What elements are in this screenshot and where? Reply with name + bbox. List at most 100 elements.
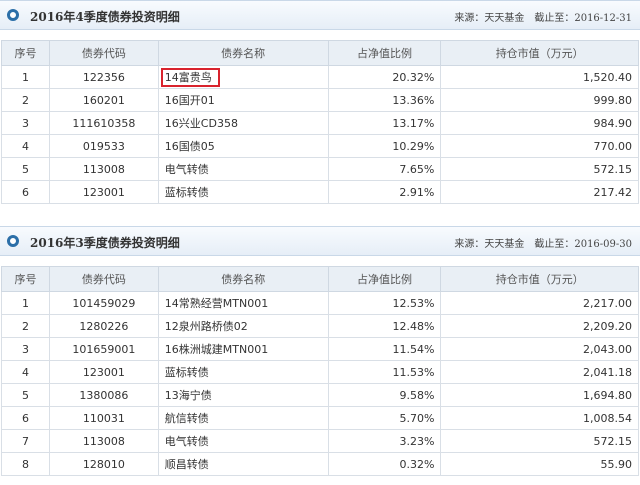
col-header-value: 持仓市值（万元） — [440, 40, 639, 66]
cell-ratio: 11.54% — [327, 337, 442, 361]
cell-value: 2,041.18 — [440, 360, 639, 384]
cell-no: 6 — [1, 406, 50, 430]
cell-code[interactable]: 123001 — [48, 180, 159, 204]
cell-ratio: 9.58% — [327, 383, 442, 407]
col-header-ratio: 占净值比例 — [327, 266, 442, 292]
cell-value: 55.90 — [440, 452, 639, 476]
cell-value: 572.15 — [440, 157, 639, 181]
cell-code[interactable]: 113008 — [48, 157, 159, 181]
bond-table: 序号 债券代码 债券名称 占净值比例 持仓市值（万元） 1 122356 14富… — [1, 40, 639, 204]
col-header-ratio: 占净值比例 — [327, 40, 442, 66]
cell-ratio: 0.32% — [327, 452, 442, 476]
cell-name[interactable]: 电气转债 — [157, 429, 329, 453]
cell-name[interactable]: 电气转债 — [157, 157, 329, 181]
col-header-no: 序号 — [1, 40, 50, 66]
table-row: 6 123001 蓝标转债 2.91% 217.42 — [1, 180, 639, 204]
cell-no: 1 — [1, 65, 50, 89]
col-header-value: 持仓市值（万元） — [440, 266, 639, 292]
table-header-row: 序号 债券代码 债券名称 占净值比例 持仓市值（万元） — [1, 266, 639, 292]
cell-ratio: 12.53% — [327, 291, 442, 315]
cell-name[interactable]: 顺昌转债 — [157, 452, 329, 476]
source-label: 来源：天天基金 — [454, 239, 525, 250]
cell-code[interactable]: 101659001 — [48, 337, 159, 361]
cell-ratio: 2.91% — [327, 180, 442, 204]
cell-no: 1 — [1, 291, 50, 315]
cell-code[interactable]: 111610358 — [48, 111, 159, 135]
cell-no: 7 — [1, 429, 50, 453]
col-header-name: 债券名称 — [157, 40, 329, 66]
table-row: 7 113008 电气转债 3.23% 572.15 — [1, 429, 639, 453]
cell-code[interactable]: 122356 — [48, 65, 159, 89]
cell-value: 999.80 — [440, 88, 639, 112]
source-info: 来源：天天基金 截止至：2016-09-30 — [454, 235, 632, 250]
cell-code[interactable]: 101459029 — [48, 291, 159, 315]
section-title: 2016年4季度债券投资明细 — [30, 10, 180, 24]
cell-ratio: 11.53% — [327, 360, 442, 384]
cell-code[interactable]: 1280226 — [48, 314, 159, 338]
cell-value: 217.42 — [440, 180, 639, 204]
col-header-name: 债券名称 — [157, 266, 329, 292]
cell-ratio: 12.48% — [327, 314, 442, 338]
cell-ratio: 5.70% — [327, 406, 442, 430]
cell-no: 6 — [1, 180, 50, 204]
cell-name[interactable]: 16兴业CD358 — [157, 111, 329, 135]
cell-no: 8 — [1, 452, 50, 476]
cell-ratio: 13.36% — [327, 88, 442, 112]
cell-value: 572.15 — [440, 429, 639, 453]
cell-name[interactable]: 16国债05 — [157, 134, 329, 158]
table-row: 5 113008 电气转债 7.65% 572.15 — [1, 157, 639, 181]
table-row: 4 123001 蓝标转债 11.53% 2,041.18 — [1, 360, 639, 384]
cell-name[interactable]: 16国开01 — [157, 88, 329, 112]
cell-code[interactable]: 019533 — [48, 134, 159, 158]
table-row: 6 110031 航信转债 5.70% 1,008.54 — [1, 406, 639, 430]
cell-code[interactable]: 128010 — [48, 452, 159, 476]
col-header-code: 债券代码 — [48, 266, 159, 292]
cell-name[interactable]: 蓝标转债 — [157, 360, 329, 384]
cell-name[interactable]: 14富贵鸟 — [157, 65, 329, 89]
cell-code[interactable]: 113008 — [48, 429, 159, 453]
col-header-no: 序号 — [1, 266, 50, 292]
table-row: 1 122356 14富贵鸟 20.32% 1,520.40 — [1, 65, 639, 89]
cell-no: 3 — [1, 337, 50, 361]
section-title: 2016年3季度债券投资明细 — [30, 236, 180, 250]
cell-ratio: 7.65% — [327, 157, 442, 181]
cell-name[interactable]: 12泉州路桥债02 — [157, 314, 329, 338]
cell-name[interactable]: 16株洲城建MTN001 — [157, 337, 329, 361]
cell-name[interactable]: 13海宁债 — [157, 383, 329, 407]
date-label: 截止至：2016-12-31 — [534, 13, 632, 24]
cell-code[interactable]: 123001 — [48, 360, 159, 384]
table-header-row: 序号 债券代码 债券名称 占净值比例 持仓市值（万元） — [1, 40, 639, 66]
table-row: 2 160201 16国开01 13.36% 999.80 — [1, 88, 639, 112]
cell-no: 2 — [1, 88, 50, 112]
source-info: 来源：天天基金 截止至：2016-12-31 — [454, 9, 632, 24]
cell-name[interactable]: 航信转债 — [157, 406, 329, 430]
source-label: 来源：天天基金 — [454, 13, 525, 24]
table-row: 5 1380086 13海宁债 9.58% 1,694.80 — [1, 383, 639, 407]
cell-name[interactable]: 14常熟经营MTN001 — [157, 291, 329, 315]
cell-no: 3 — [1, 111, 50, 135]
bullet-circle-icon — [7, 9, 19, 21]
cell-no: 2 — [1, 314, 50, 338]
cell-ratio: 20.32% — [327, 65, 442, 89]
table-row: 4 019533 16国债05 10.29% 770.00 — [1, 134, 639, 158]
cell-code[interactable]: 1380086 — [48, 383, 159, 407]
table-row: 2 1280226 12泉州路桥债02 12.48% 2,209.20 — [1, 314, 639, 338]
cell-value: 2,217.00 — [440, 291, 639, 315]
cell-value: 2,043.00 — [440, 337, 639, 361]
cell-no: 5 — [1, 157, 50, 181]
date-label: 截止至：2016-09-30 — [534, 239, 632, 250]
cell-code[interactable]: 160201 — [48, 88, 159, 112]
section-q3-bond-holdings: 2016年3季度债券投资明细 来源：天天基金 截止至：2016-09-30 序号 … — [0, 226, 640, 476]
cell-no: 4 — [1, 134, 50, 158]
cell-name[interactable]: 蓝标转债 — [157, 180, 329, 204]
cell-code[interactable]: 110031 — [48, 406, 159, 430]
table-row: 1 101459029 14常熟经营MTN001 12.53% 2,217.00 — [1, 291, 639, 315]
col-header-code: 债券代码 — [48, 40, 159, 66]
cell-value: 1,008.54 — [440, 406, 639, 430]
cell-no: 5 — [1, 383, 50, 407]
cell-value: 1,694.80 — [440, 383, 639, 407]
cell-value: 1,520.40 — [440, 65, 639, 89]
table-row: 8 128010 顺昌转债 0.32% 55.90 — [1, 452, 639, 476]
cell-no: 4 — [1, 360, 50, 384]
table-row: 3 101659001 16株洲城建MTN001 11.54% 2,043.00 — [1, 337, 639, 361]
